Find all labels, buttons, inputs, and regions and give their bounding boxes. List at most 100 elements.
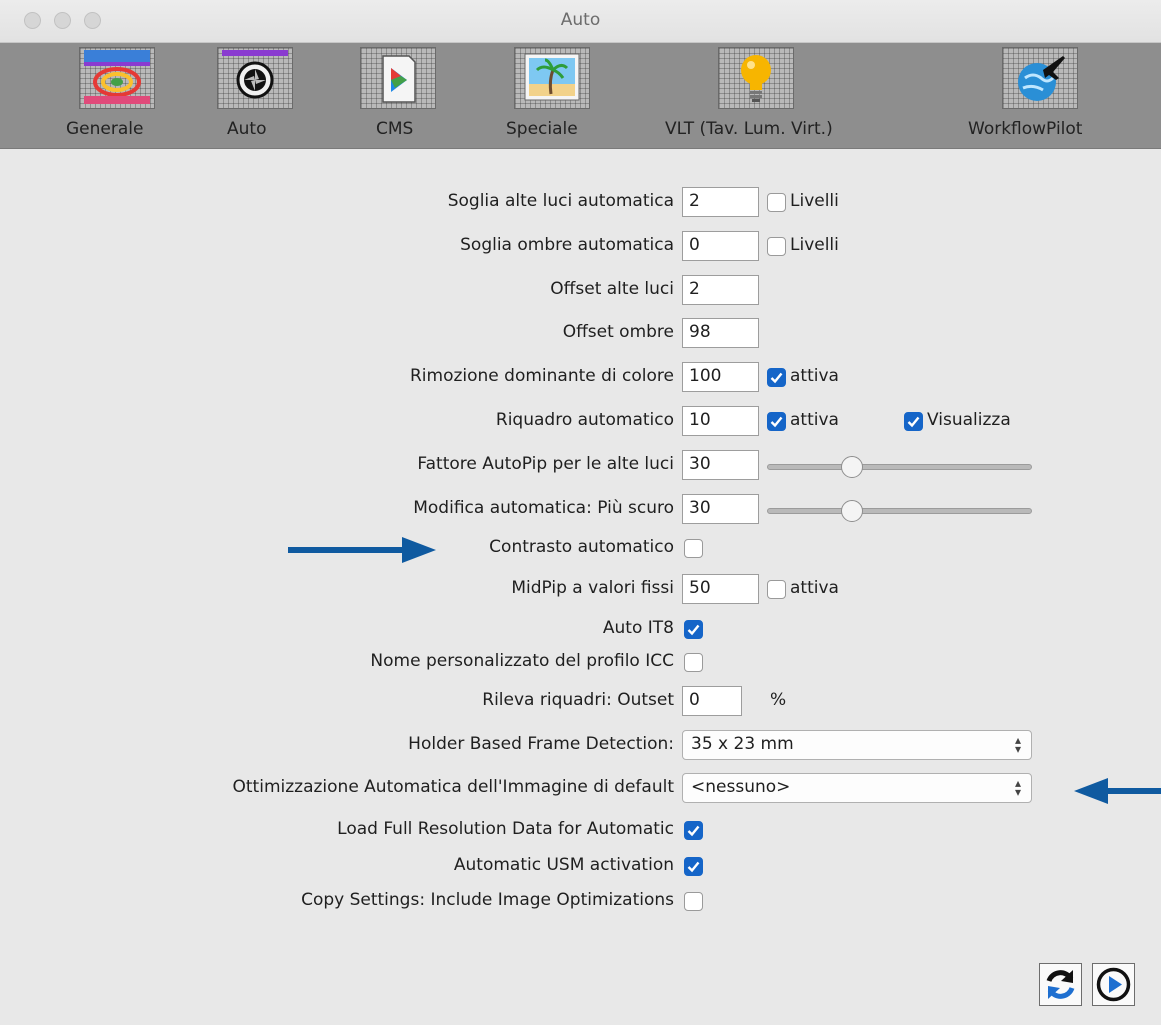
nome-profilo-icc-label: Nome personalizzato del profilo ICC — [370, 651, 674, 671]
palm-tree-picture-icon — [514, 47, 590, 109]
checkmark-icon — [687, 825, 700, 837]
midpip-label: MidPip a valori fissi — [511, 578, 674, 598]
rimozione-dominante-attiva-label: attiva — [790, 366, 839, 386]
reset-button[interactable] — [1039, 963, 1082, 1006]
fattore-autopip-input[interactable]: 30 — [682, 450, 759, 480]
automatic-usm-checkbox[interactable] — [684, 857, 703, 876]
annotation-arrow-left-icon — [1074, 778, 1161, 804]
fattore-autopip-slider-knob[interactable] — [840, 456, 863, 478]
holder-frame-detection-label: Holder Based Frame Detection: — [408, 734, 674, 754]
row-holder-frame-detection: Holder Based Frame Detection: 35 x 23 mm… — [0, 730, 1161, 760]
offset-alte-luci-input[interactable]: 2 — [682, 275, 759, 305]
checkmark-icon — [687, 861, 700, 873]
rimozione-dominante-attiva-checkbox[interactable] — [767, 368, 786, 387]
row-rileva-riquadri: Rileva riquadri: Outset 0 % — [0, 686, 1161, 716]
annotation-arrow-right-icon — [288, 537, 436, 563]
soglia-ombre-livelli-checkbox[interactable] — [767, 237, 786, 256]
light-bulb-icon — [718, 47, 794, 109]
automatic-usm-label: Automatic USM activation — [453, 855, 674, 875]
play-button[interactable] — [1092, 963, 1135, 1006]
tab-auto-label: Auto — [227, 119, 267, 139]
checkmark-icon — [907, 416, 920, 428]
load-full-resolution-label: Load Full Resolution Data for Automatic — [337, 819, 674, 839]
row-contrasto-automatico: Contrasto automatico — [0, 533, 1161, 563]
tab-cms[interactable]: CMS — [360, 43, 440, 148]
ottimizzazione-default-label: Ottimizzazione Automatica dell'Immagine … — [232, 777, 674, 797]
soglia-alte-luci-livelli-checkbox[interactable] — [767, 193, 786, 212]
copy-settings-label: Copy Settings: Include Image Optimizatio… — [301, 890, 674, 910]
contrasto-automatico-checkbox[interactable] — [684, 539, 703, 558]
row-soglia-alte-luci: Soglia alte luci automatica 2 Livelli — [0, 187, 1161, 217]
row-automatic-usm: Automatic USM activation — [0, 851, 1161, 881]
rileva-riquadri-label: Rileva riquadri: Outset — [482, 690, 674, 710]
tab-workflowpilot-label: WorkflowPilot — [968, 119, 1083, 139]
offset-ombre-input[interactable]: 98 — [682, 318, 759, 348]
riquadro-automatico-visualizza-label: Visualizza — [927, 410, 1011, 430]
modifica-automatica-slider-knob[interactable] — [840, 500, 863, 522]
riquadro-automatico-attiva-label: attiva — [790, 410, 839, 430]
play-circle-icon — [1096, 967, 1131, 1002]
holder-frame-detection-value: 35 x 23 mm — [691, 734, 794, 754]
checkmark-icon — [770, 372, 783, 384]
checkmark-icon — [687, 624, 700, 636]
midpip-attiva-checkbox[interactable] — [767, 580, 786, 599]
checkmark-icon — [770, 416, 783, 428]
row-load-full-resolution: Load Full Resolution Data for Automatic — [0, 815, 1161, 845]
nome-profilo-icc-checkbox[interactable] — [684, 653, 703, 672]
riquadro-automatico-attiva-checkbox[interactable] — [767, 412, 786, 431]
tab-workflowpilot[interactable]: WorkflowPilot — [968, 43, 1118, 148]
tab-generale[interactable]: Generale — [62, 43, 172, 148]
rimozione-dominante-label: Rimozione dominante di colore — [409, 366, 674, 386]
offset-ombre-label: Offset ombre — [562, 322, 674, 342]
row-offset-alte-luci: Offset alte luci 2 — [0, 275, 1161, 305]
modifica-automatica-input[interactable]: 30 — [682, 494, 759, 524]
tab-auto[interactable]: Auto — [215, 43, 295, 148]
midpip-input[interactable]: 50 — [682, 574, 759, 604]
tab-vlt-label: VLT (Tav. Lum. Virt.) — [665, 119, 833, 139]
modifica-automatica-label: Modifica automatica: Più scuro — [413, 498, 674, 518]
row-riquadro-automatico: Riquadro automatico 10 attiva Visualizza — [0, 406, 1161, 436]
midpip-attiva-label: attiva — [790, 578, 839, 598]
offset-alte-luci-label: Offset alte luci — [550, 279, 674, 299]
riquadro-automatico-label: Riquadro automatico — [495, 410, 674, 430]
select-arrows-icon: ▴ ▾ — [1014, 733, 1021, 756]
riquadro-automatico-visualizza-checkbox[interactable] — [904, 412, 923, 431]
soglia-alte-luci-livelli-label: Livelli — [790, 191, 839, 211]
row-modifica-automatica: Modifica automatica: Più scuro 30 — [0, 494, 1161, 524]
row-copy-settings: Copy Settings: Include Image Optimizatio… — [0, 886, 1161, 916]
copy-settings-checkbox[interactable] — [684, 892, 703, 911]
title-bar: Auto — [0, 0, 1161, 43]
row-midpip: MidPip a valori fissi 50 attiva — [0, 574, 1161, 604]
fattore-autopip-slider[interactable] — [767, 464, 1032, 470]
rimozione-dominante-input[interactable]: 100 — [682, 362, 759, 392]
row-fattore-autopip: Fattore AutoPip per le alte luci 30 — [0, 450, 1161, 480]
rileva-riquadri-unit: % — [770, 690, 787, 710]
tab-speciale-label: Speciale — [506, 119, 578, 139]
holder-frame-detection-select[interactable]: 35 x 23 mm ▴ ▾ — [682, 730, 1032, 760]
row-soglia-ombre: Soglia ombre automatica 0 Livelli — [0, 231, 1161, 261]
auto-it8-label: Auto IT8 — [602, 618, 674, 638]
soglia-ombre-label: Soglia ombre automatica — [460, 235, 674, 255]
row-auto-it8: Auto IT8 — [0, 614, 1161, 644]
preferences-toolbar: Generale Auto CMS Speciale VLT (Tav. Lum… — [0, 43, 1161, 149]
ottimizzazione-default-value: <nessuno> — [691, 777, 791, 797]
select-arrows-icon: ▴ ▾ — [1014, 776, 1021, 799]
modifica-automatica-slider[interactable] — [767, 508, 1032, 514]
tab-generale-label: Generale — [66, 119, 144, 139]
tab-vlt[interactable]: VLT (Tav. Lum. Virt.) — [665, 43, 895, 148]
refresh-icon — [1046, 970, 1075, 999]
soglia-alte-luci-input[interactable]: 2 — [682, 187, 759, 217]
color-profile-icon — [360, 47, 436, 109]
window-title: Auto — [560, 10, 601, 30]
row-nome-profilo-icc: Nome personalizzato del profilo ICC — [0, 647, 1161, 677]
auto-it8-checkbox[interactable] — [684, 620, 703, 639]
soglia-ombre-livelli-label: Livelli — [790, 235, 839, 255]
rileva-riquadri-input[interactable]: 0 — [682, 686, 742, 716]
ottimizzazione-default-select[interactable]: <nessuno> ▴ ▾ — [682, 773, 1032, 803]
row-ottimizzazione-default: Ottimizzazione Automatica dell'Immagine … — [0, 773, 1161, 803]
soglia-ombre-input[interactable]: 0 — [682, 231, 759, 261]
load-full-resolution-checkbox[interactable] — [684, 821, 703, 840]
tab-speciale[interactable]: Speciale — [506, 43, 606, 148]
riquadro-automatico-input[interactable]: 10 — [682, 406, 759, 436]
row-rimozione-dominante: Rimozione dominante di colore 100 attiva — [0, 362, 1161, 392]
